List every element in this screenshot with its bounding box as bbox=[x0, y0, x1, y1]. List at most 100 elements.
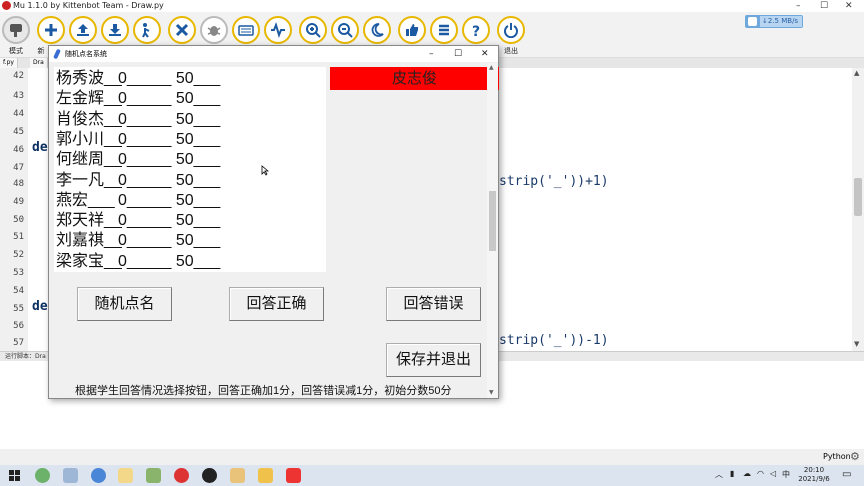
line-number: 55 bbox=[13, 304, 24, 314]
list-item[interactable]: 刘嘉祺__ 0_____ 50___ bbox=[56, 231, 220, 251]
window-scrollbar[interactable]: ▲ ▼ bbox=[487, 63, 498, 398]
help-button[interactable]: ? bbox=[462, 16, 490, 44]
volume-icon[interactable]: ◁ bbox=[770, 469, 776, 478]
keyboard-icon bbox=[238, 25, 254, 36]
tab-f-py[interactable]: f.py bbox=[0, 58, 18, 68]
save-and-exit-button[interactable]: 保存并退出 bbox=[386, 343, 481, 377]
close-icon[interactable]: ✕ bbox=[481, 46, 489, 62]
taskbar-app-icon[interactable] bbox=[174, 468, 189, 483]
answer-wrong-button[interactable]: 回答错误 bbox=[386, 287, 481, 321]
taskbar-app-icon[interactable] bbox=[63, 468, 78, 483]
student-name: 郭小川__ bbox=[56, 131, 122, 148]
picked-student-label: 皮志俊 bbox=[330, 67, 499, 90]
list-item[interactable]: 燕宏___ 0_____ 50___ bbox=[56, 191, 220, 211]
answer-correct-button[interactable]: 回答正确 bbox=[229, 287, 324, 321]
student-name: 刘嘉祺__ bbox=[56, 232, 122, 249]
zoom-out-icon bbox=[338, 23, 353, 38]
windows-start-icon[interactable] bbox=[9, 470, 20, 481]
tray-chevron-icon[interactable]: ︿ bbox=[715, 469, 723, 480]
student-score: 0_____ 50___ bbox=[118, 172, 221, 189]
svg-text:?: ? bbox=[472, 24, 480, 38]
roll-call-titlebar[interactable]: 随机点名系统 – ☐ ✕ bbox=[49, 46, 498, 62]
microphone-icon[interactable]: ▮ bbox=[730, 469, 734, 478]
instruction-text: 根据学生回答情况选择按钮，回答正确加1分，回答错误减1分，初始分数50分 bbox=[75, 385, 452, 397]
taskbar-clock[interactable]: 20:10 2021/9/6 bbox=[790, 466, 838, 484]
mouse-cursor-icon bbox=[261, 165, 269, 176]
tidy-button[interactable] bbox=[430, 16, 458, 44]
scroll-down-icon[interactable]: ▼ bbox=[489, 389, 494, 396]
bug-icon bbox=[207, 26, 221, 36]
zoom-in-button[interactable] bbox=[299, 16, 327, 44]
student-name: 郑天祥__ bbox=[56, 212, 122, 229]
check-button[interactable] bbox=[398, 16, 426, 44]
line-number: 47 bbox=[13, 163, 24, 173]
mu-window-title: Mu 1.1.0 by Kittenbot Team - Draw.py bbox=[13, 1, 164, 10]
list-item[interactable]: 郭小川__ 0_____ 50___ bbox=[56, 130, 220, 150]
power-icon bbox=[504, 23, 518, 38]
zoom-in-icon bbox=[306, 23, 321, 38]
mode-button[interactable] bbox=[2, 16, 30, 44]
taskbar-app-icon[interactable] bbox=[91, 468, 106, 483]
maximize-icon[interactable]: ☐ bbox=[820, 0, 828, 12]
student-name: 李一凡__ bbox=[56, 172, 122, 189]
plotter-button[interactable] bbox=[264, 16, 292, 44]
close-icon[interactable]: ✕ bbox=[845, 0, 853, 12]
line-number: 51 bbox=[13, 232, 24, 242]
student-score: 0_____ 50___ bbox=[118, 151, 221, 168]
student-score: 0_____ 50___ bbox=[118, 212, 221, 229]
taskbar-tk-app-icon[interactable] bbox=[230, 468, 245, 483]
repl-button[interactable] bbox=[232, 16, 260, 44]
random-pick-button[interactable]: 随机点名 bbox=[77, 287, 172, 321]
scroll-up-icon[interactable]: ▲ bbox=[489, 64, 494, 71]
taskbar-app-icon[interactable] bbox=[35, 468, 50, 483]
window-scroll-thumb[interactable] bbox=[489, 191, 496, 251]
quit-button[interactable] bbox=[497, 16, 525, 44]
student-score-list[interactable]: 杨秀波__ 0_____ 50___ 左金辉__ 0_____ 50___ 肖俊杰_… bbox=[54, 67, 326, 272]
moon-icon bbox=[371, 23, 384, 37]
minimize-icon[interactable]: – bbox=[796, 0, 801, 12]
stop-button[interactable] bbox=[168, 16, 196, 44]
line-number: 46 bbox=[13, 145, 24, 155]
editor-scrollbar[interactable]: ▲ ▼ bbox=[852, 68, 864, 351]
theme-button[interactable] bbox=[363, 16, 391, 44]
tab-draw-py[interactable]: Dra bbox=[30, 58, 48, 68]
new-button[interactable] bbox=[37, 16, 65, 44]
line-number: 48 bbox=[13, 179, 24, 189]
new-label: 新 bbox=[37, 47, 45, 55]
network-speed-text: ↓2.5 MB/s bbox=[760, 16, 802, 27]
list-item[interactable]: 郑天祥__ 0_____ 50___ bbox=[56, 211, 220, 231]
network-speed-badge: ↓2.5 MB/s bbox=[745, 15, 803, 28]
list-item[interactable]: 梁家宝__ 0_____ 50___ bbox=[56, 252, 220, 272]
folder-icon[interactable] bbox=[258, 468, 273, 483]
load-button[interactable] bbox=[69, 16, 97, 44]
list-item[interactable]: 肖俊杰__ 0_____ 50___ bbox=[56, 110, 220, 130]
cloud-icon[interactable]: ☁ bbox=[743, 469, 751, 478]
list-item[interactable]: 杨秀波__ 0_____ 50___ bbox=[56, 69, 220, 89]
ime-indicator[interactable]: 中 bbox=[782, 469, 790, 480]
run-button[interactable] bbox=[133, 16, 161, 44]
close-x-icon bbox=[175, 23, 189, 37]
wifi-icon[interactable]: ◠ bbox=[757, 469, 764, 478]
wps-icon[interactable] bbox=[286, 468, 301, 483]
scroll-up-icon[interactable]: ▲ bbox=[854, 69, 859, 77]
scroll-down-icon[interactable]: ▼ bbox=[854, 340, 859, 348]
debug-button[interactable] bbox=[200, 16, 228, 44]
list-item[interactable]: 李一凡__ 0_____ 50___ bbox=[56, 171, 220, 191]
list-item[interactable]: 左金辉__ 0_____ 50___ bbox=[56, 89, 220, 109]
taskbar-mu-icon[interactable] bbox=[118, 468, 133, 483]
minimize-icon[interactable]: – bbox=[429, 46, 434, 62]
list-item[interactable]: 何继周__ 0_____ 50___ bbox=[56, 150, 220, 170]
gear-icon[interactable]: ⚙ bbox=[850, 450, 860, 463]
roll-call-window-title: 随机点名系统 bbox=[65, 50, 107, 58]
status-bar: Python ⚙ bbox=[0, 449, 864, 465]
line-number: 52 bbox=[13, 250, 24, 260]
line-number: 44 bbox=[13, 109, 24, 119]
notification-icon[interactable]: ▭ bbox=[842, 469, 851, 480]
save-button[interactable] bbox=[101, 16, 129, 44]
maximize-icon[interactable]: ☐ bbox=[454, 46, 462, 62]
taskbar-app-icon[interactable] bbox=[202, 468, 217, 483]
zoom-out-button[interactable] bbox=[331, 16, 359, 44]
upload-icon bbox=[77, 24, 89, 36]
taskbar-app-icon[interactable] bbox=[146, 468, 161, 483]
editor-scroll-thumb[interactable] bbox=[854, 178, 862, 216]
